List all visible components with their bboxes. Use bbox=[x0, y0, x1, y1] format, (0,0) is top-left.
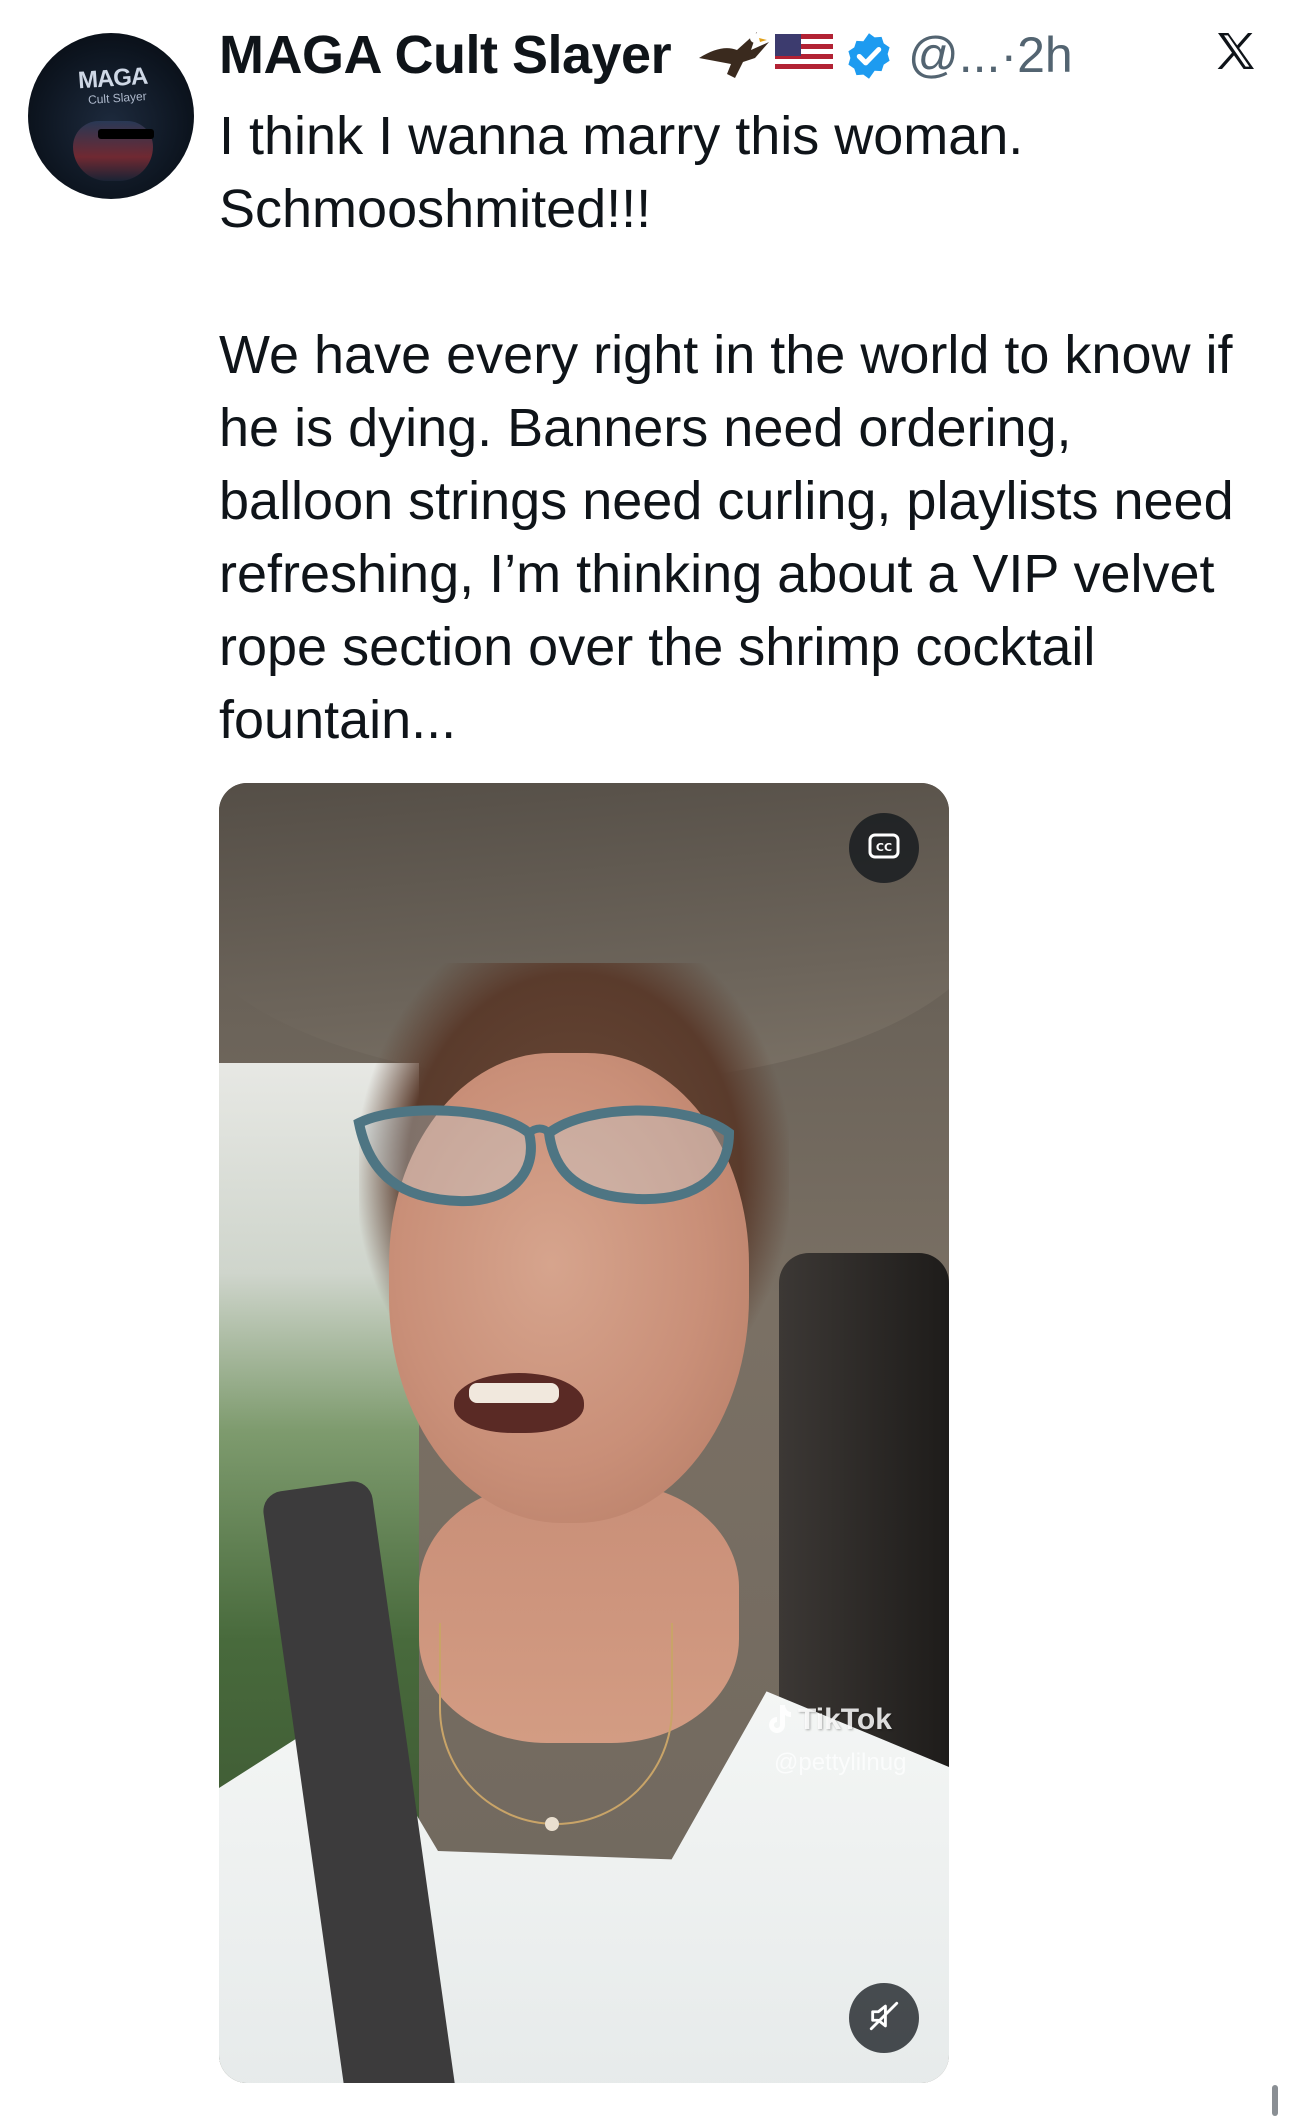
necklace bbox=[439, 1623, 673, 1825]
display-name[interactable]: MAGA Cult Slayer bbox=[219, 24, 672, 86]
x-logo-icon[interactable] bbox=[1212, 28, 1260, 81]
cc-icon: CC bbox=[868, 833, 900, 864]
tiktok-brand: TikTok bbox=[798, 1703, 892, 1736]
us-flag-icon bbox=[775, 34, 833, 79]
handle: @... bbox=[908, 27, 1001, 83]
speaker-muted-icon bbox=[867, 1999, 901, 2038]
necklace-pendant bbox=[545, 1817, 559, 1831]
verified-badge-icon bbox=[843, 30, 895, 87]
person-mouth bbox=[454, 1373, 584, 1433]
tweet-text: I think I wanna marry this woman. Schmoo… bbox=[219, 106, 1234, 750]
tiktok-watermark: TikTok bbox=[764, 1703, 892, 1737]
tweet-header: MAGA Cult Slayer @...·2h bbox=[219, 20, 1279, 90]
scrollbar[interactable] bbox=[1272, 2085, 1278, 2116]
svg-text:CC: CC bbox=[876, 841, 892, 854]
person-glasses bbox=[353, 1105, 735, 1207]
mute-button[interactable] bbox=[849, 1983, 919, 2053]
tiktok-note-icon bbox=[764, 1703, 792, 1735]
eagle-icon bbox=[697, 28, 771, 93]
captions-button[interactable]: CC bbox=[849, 813, 919, 883]
avatar[interactable]: MAGA Cult Slayer bbox=[28, 33, 194, 199]
tiktok-handle: @pettylilnug bbox=[774, 1749, 907, 1776]
separator: · bbox=[1000, 27, 1018, 83]
person-teeth bbox=[469, 1383, 559, 1403]
timestamp: 2h bbox=[1017, 27, 1073, 83]
handle-and-time[interactable]: @...·2h bbox=[908, 26, 1073, 84]
avatar-glasses bbox=[98, 129, 154, 139]
tweet-video[interactable]: TikTok @pettylilnug CC bbox=[219, 783, 949, 2083]
avatar-cap-subtext: Cult Slayer bbox=[87, 88, 148, 108]
